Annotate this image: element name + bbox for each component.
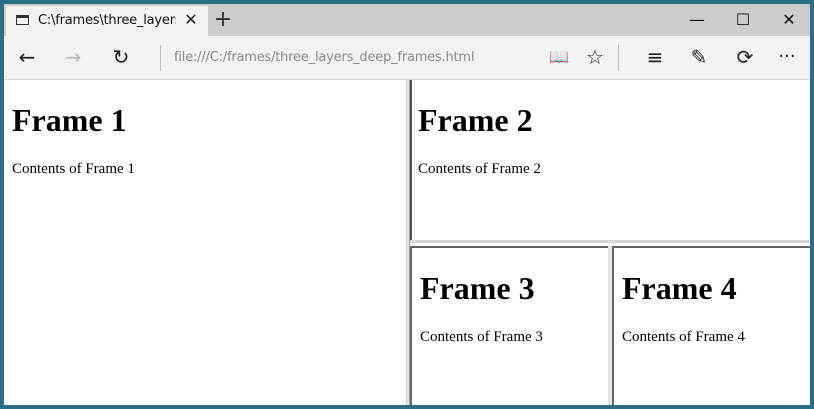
favorite-star-icon[interactable]: ☆ bbox=[580, 42, 610, 72]
reading-view-icon[interactable]: 📖 bbox=[544, 42, 574, 72]
tab-title: C:\frames\three_layers_c bbox=[38, 13, 176, 28]
address-bar[interactable]: file:///C:/frames/three_layers_deep_fram… bbox=[174, 48, 534, 68]
frame-3: Frame 3 Contents of Frame 3 bbox=[410, 246, 608, 405]
frame-3-heading: Frame 3 bbox=[420, 270, 535, 306]
frame-4: Frame 4 Contents of Frame 4 bbox=[612, 246, 810, 405]
toolbar-separator-2 bbox=[618, 45, 619, 71]
browser-tab[interactable]: C:\frames\three_layers_c ✕ bbox=[6, 6, 208, 36]
page-content: Frame 1 Contents of Frame 1 Frame 2 Cont… bbox=[4, 80, 810, 405]
browser-window: C:\frames\three_layers_c ✕ + — ☐ ✕ ← → ↻… bbox=[0, 0, 814, 409]
close-window-button[interactable]: ✕ bbox=[766, 4, 810, 36]
frame-4-text: Contents of Frame 4 bbox=[622, 329, 745, 345]
frame-3-text: Contents of Frame 3 bbox=[420, 329, 543, 345]
close-tab-icon[interactable]: ✕ bbox=[182, 11, 200, 29]
forward-button[interactable]: → bbox=[58, 42, 88, 72]
frame-1: Frame 1 Contents of Frame 1 bbox=[4, 80, 408, 405]
minimize-button[interactable]: — bbox=[674, 4, 720, 36]
toolbar-separator bbox=[160, 45, 161, 71]
page-icon bbox=[16, 15, 29, 25]
share-icon[interactable]: ⟳ bbox=[730, 42, 760, 72]
frame-2-text: Contents of Frame 2 bbox=[418, 161, 541, 177]
frame-2-border bbox=[410, 80, 412, 240]
refresh-button[interactable]: ↻ bbox=[106, 42, 136, 72]
frame-2: Frame 2 Contents of Frame 2 bbox=[410, 80, 810, 243]
frame-1-heading: Frame 1 bbox=[12, 102, 127, 138]
navigation-toolbar: ← → ↻ file:///C:/frames/three_layers_dee… bbox=[4, 36, 810, 80]
back-button[interactable]: ← bbox=[12, 42, 42, 72]
maximize-button[interactable]: ☐ bbox=[720, 4, 766, 36]
title-bar: C:\frames\three_layers_c ✕ + — ☐ ✕ bbox=[4, 4, 810, 36]
frame-2-heading: Frame 2 bbox=[418, 102, 533, 138]
frame-1-text: Contents of Frame 1 bbox=[12, 161, 135, 177]
new-tab-button[interactable]: + bbox=[210, 8, 236, 34]
frame-4-heading: Frame 4 bbox=[622, 270, 737, 306]
more-options-icon[interactable]: ··· bbox=[772, 42, 802, 72]
hub-icon[interactable]: ≡ bbox=[640, 42, 670, 72]
web-note-icon[interactable]: ✎ bbox=[684, 42, 714, 72]
